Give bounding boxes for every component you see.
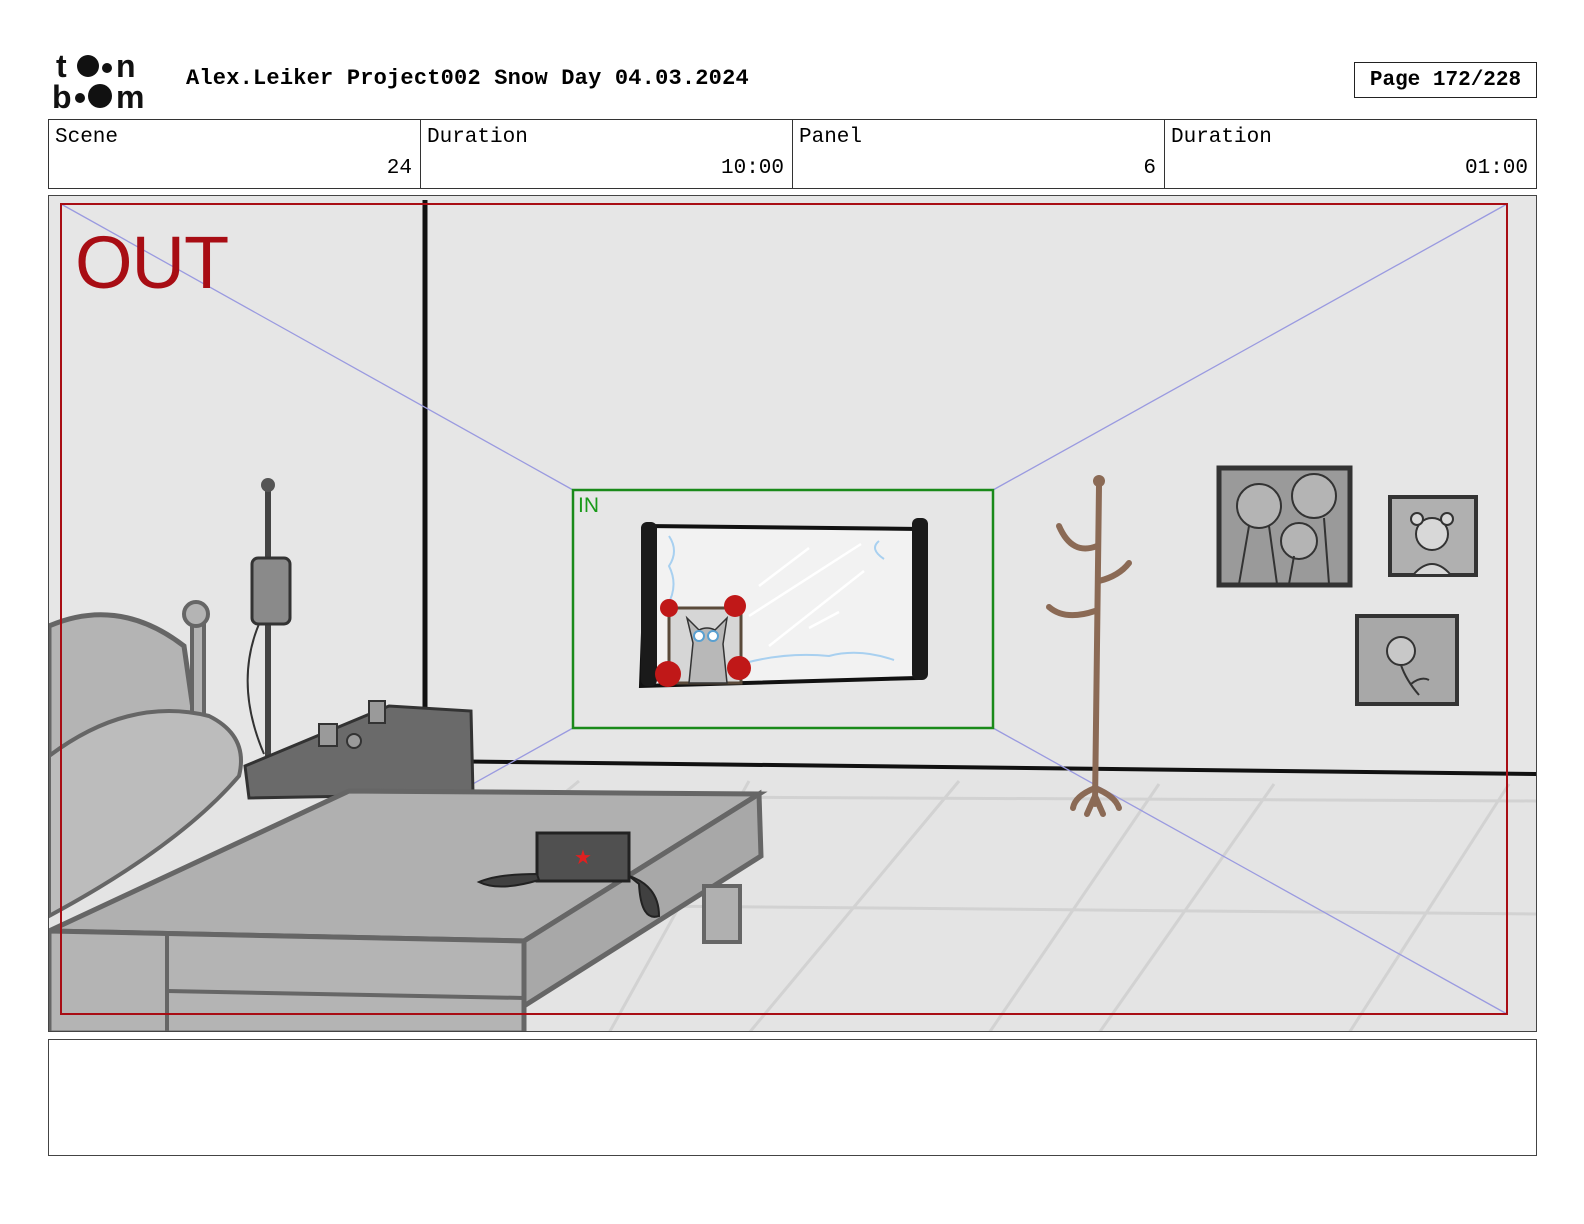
panel-value: 6: [1143, 157, 1156, 180]
teddy-bear-picture: [1388, 495, 1478, 577]
svg-text:b: b: [52, 79, 72, 112]
panel-label: Panel: [799, 126, 863, 149]
panel-duration-label: Duration: [1171, 126, 1272, 149]
panel-duration-cell: Duration 01:00: [1165, 120, 1536, 188]
panel-drawing: ★: [49, 200, 1536, 1031]
scene-value: 24: [386, 157, 412, 180]
scene-cell: Scene 24: [49, 120, 421, 188]
panel-duration-value: 01:00: [1464, 157, 1528, 180]
iv-stand: [246, 478, 292, 756]
window: [638, 518, 928, 689]
page-number: Page 172/228: [1354, 62, 1537, 98]
panel-notes-box[interactable]: [48, 1039, 1537, 1156]
scene-label: Scene: [55, 126, 119, 149]
svg-text:m: m: [116, 79, 144, 112]
toonboom-logo: t n b m: [50, 48, 165, 115]
scene-info-row: Scene 24 Duration 10:00 Panel 6 Duration…: [48, 119, 1537, 189]
out-label: OUT: [75, 221, 229, 304]
cat-family-picture: [1216, 465, 1353, 588]
coat-rack: [1046, 483, 1132, 817]
flower-picture: [1355, 614, 1459, 706]
document-title: Alex.Leiker Project002 Snow Day 04.03.20…: [186, 66, 749, 91]
in-label: IN: [578, 494, 599, 517]
nightstand: [243, 700, 475, 800]
svg-text:★: ★: [574, 845, 592, 869]
scene-duration-cell: Duration 10:00: [421, 120, 793, 188]
panel-cell: Panel 6: [793, 120, 1165, 188]
scene-duration-label: Duration: [427, 126, 528, 149]
storyboard-panel: ★ OUT IN: [48, 195, 1537, 1032]
scene-duration-value: 10:00: [720, 157, 784, 180]
